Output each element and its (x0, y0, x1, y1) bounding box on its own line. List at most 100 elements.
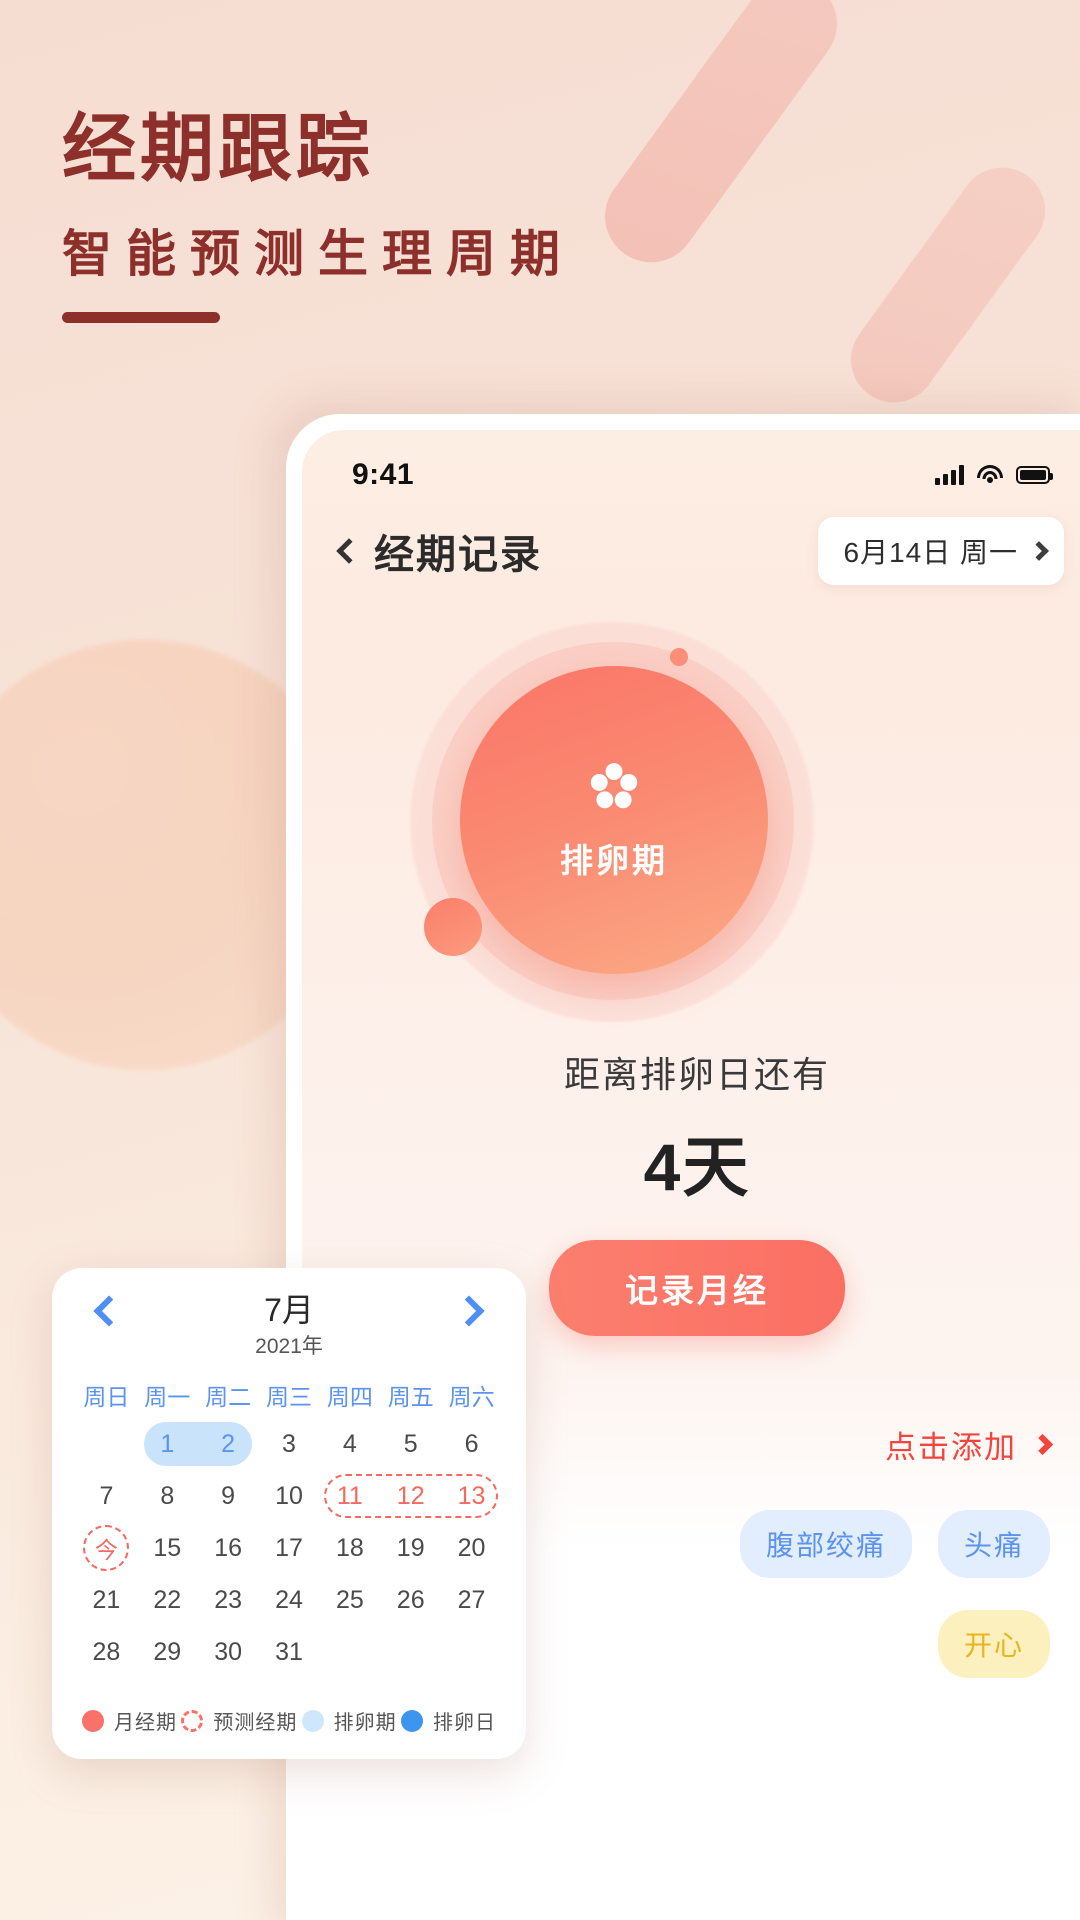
calendar-day-label: 21 (92, 1585, 121, 1614)
status-bar: 9:41 (302, 430, 1080, 506)
calendar-day-cell[interactable]: 3 (259, 1418, 320, 1470)
calendar-day-cell[interactable]: 16 (198, 1522, 259, 1574)
calendar-day-label: 1 (160, 1429, 175, 1458)
calendar-day-label: 28 (92, 1637, 121, 1666)
calendar-empty-cell (380, 1626, 441, 1678)
legend-dot-period (82, 1709, 104, 1732)
chevron-right-icon[interactable] (1031, 1433, 1054, 1455)
weekday-label: 周一 (144, 1384, 191, 1410)
calendar-day-cell[interactable]: 13 (441, 1470, 502, 1522)
chevron-left-icon[interactable] (336, 538, 362, 564)
calendar-week-row: 1 2 3 4 5 6 (76, 1418, 502, 1470)
calendar-month-label: 7月 (264, 1292, 314, 1328)
calendar-day-cell[interactable]: 19 (380, 1522, 441, 1574)
row-action[interactable]: 点击添加 (885, 1422, 1054, 1467)
calendar-day-label: 26 (396, 1585, 425, 1614)
legend-label: 排卵日 (432, 1712, 496, 1734)
calendar-day-label: 30 (214, 1637, 243, 1666)
chevron-right-icon[interactable] (1029, 541, 1049, 561)
calendar-legend: 月经期 预测经期 排卵期 排卵日 (76, 1688, 502, 1737)
calendar-empty-cell (76, 1418, 137, 1470)
calendar-day-cell[interactable]: 29 (137, 1626, 198, 1678)
calendar-day-label: 7 (99, 1481, 114, 1510)
calendar-day-cell[interactable]: 23 (198, 1574, 259, 1626)
calendar-day-cell[interactable]: 10 (259, 1470, 320, 1522)
calendar-day-cell[interactable]: 2 (198, 1418, 259, 1470)
status-time: 9:41 (352, 458, 415, 491)
hero-copy: 经期跟踪 智能预测生理周期 (62, 110, 574, 323)
calendar-day-cell[interactable]: 21 (76, 1574, 137, 1626)
calendar-day-label: 12 (396, 1481, 425, 1510)
hero-subtitle: 智能预测生理周期 (62, 225, 574, 282)
weekday-label: 周二 (205, 1384, 252, 1410)
legend-label: 预测经期 (213, 1712, 298, 1734)
calendar-day-label: 16 (214, 1533, 243, 1562)
calendar-day-label: 5 (403, 1429, 418, 1458)
calendar-day-cell[interactable]: 8 (137, 1470, 198, 1522)
calendar-day-label: 15 (153, 1533, 182, 1562)
decorative-bar (833, 150, 1063, 420)
calendar-day-label: 24 (275, 1585, 303, 1614)
date-selector-chip[interactable]: 6月14日 周一 (817, 517, 1064, 585)
calendar-day-cell[interactable]: 7 (76, 1470, 137, 1522)
nav-bar: 经期记录 6月14日 周一 (302, 506, 1080, 590)
calendar-day-cell[interactable]: 12 (380, 1470, 441, 1522)
hero-underline (62, 311, 220, 323)
promo-screenshot: 经期跟踪 智能预测生理周期 9:41 经期记录 6月14日 周一 排卵期 距离排… (0, 0, 1080, 1920)
countdown-block: 距离排卵日还有 4天 (302, 1046, 1080, 1210)
nav-left[interactable]: 经期记录 (336, 522, 542, 580)
calendar-day-cell[interactable]: 15 (137, 1522, 198, 1574)
calendar-day-cell[interactable]: 28 (76, 1626, 137, 1678)
legend-item: 预测经期 (181, 1706, 297, 1735)
cycle-status-orb[interactable]: 排卵期 (302, 600, 1080, 1040)
calendar-card: 7月 2021年 周日 周一 周二 周三 周四 周五 周六 1234567891… (52, 1268, 526, 1759)
signal-bars-icon (935, 465, 964, 485)
calendar-day-cell[interactable]: 5 (380, 1418, 441, 1470)
calendar-day-label: 6 (464, 1429, 479, 1458)
calendar-day-cell[interactable]: 26 (380, 1574, 441, 1626)
calendar-day-cell[interactable]: 18 (319, 1522, 380, 1574)
legend-dot-ovulation-phase (301, 1709, 324, 1732)
calendar-week-row: 7 8 9 10 11 12 13 (76, 1470, 502, 1522)
calendar-day-label: 9 (221, 1481, 236, 1510)
calendar-header: 7月 2021年 (76, 1292, 502, 1368)
calendar-day-label: 10 (275, 1481, 303, 1510)
calendar-day-cell[interactable]: 6 (441, 1418, 502, 1470)
weekday-label: 周日 (83, 1384, 130, 1410)
calendar-day-label: 11 (336, 1481, 363, 1510)
orb-label: 排卵期 (560, 842, 668, 879)
calendar-day-cell[interactable]: 31 (259, 1626, 320, 1678)
calendar-today-marker[interactable]: 今 (83, 1525, 130, 1571)
calendar-day-cell[interactable]: 20 (441, 1522, 502, 1574)
calendar-day-cell[interactable]: 4 (319, 1418, 380, 1470)
orb-accent-dot-small (670, 648, 688, 666)
calendar-day-label: 31 (275, 1637, 303, 1666)
calendar-week-row: 今 15 16 17 18 19 20 (76, 1522, 502, 1574)
calendar-day-cell[interactable]: 17 (259, 1522, 320, 1574)
orb-accent-dot (424, 898, 482, 956)
legend-item: 排卵日 (400, 1706, 496, 1735)
calendar-day-cell[interactable]: 11 (319, 1470, 380, 1522)
calendar-day-cell[interactable]: 27 (441, 1574, 502, 1626)
symptom-tag[interactable]: 腹部绞痛 (739, 1510, 912, 1578)
calendar-day-label: 8 (160, 1481, 175, 1510)
calendar-week-row: 28 29 30 31 (76, 1626, 502, 1678)
record-period-button[interactable]: 记录月经 (549, 1240, 845, 1336)
legend-label: 排卵期 (333, 1712, 397, 1734)
legend-item: 排卵期 (301, 1706, 397, 1735)
add-symptom-link[interactable]: 点击添加 (885, 1422, 1017, 1467)
calendar-day-cell[interactable]: 24 (259, 1574, 320, 1626)
symptom-tag[interactable]: 头痛 (937, 1510, 1050, 1578)
decorative-bar (586, 0, 856, 281)
calendar-day-label: 2 (221, 1429, 236, 1458)
mood-tag[interactable]: 开心 (937, 1610, 1050, 1678)
calendar-day-cell[interactable]: 30 (198, 1626, 259, 1678)
calendar-day-cell[interactable]: 9 (198, 1470, 259, 1522)
calendar-day-cell[interactable]: 25 (319, 1574, 380, 1626)
orb-core[interactable]: 排卵期 (460, 666, 768, 974)
hero-title: 经期跟踪 (62, 107, 374, 190)
calendar-week-row: 21 22 23 24 25 26 27 (76, 1574, 502, 1626)
calendar-day-cell[interactable]: 22 (137, 1574, 198, 1626)
calendar-day-cell[interactable]: 1 (137, 1418, 198, 1470)
calendar-day-cell[interactable]: 今 (76, 1522, 137, 1574)
